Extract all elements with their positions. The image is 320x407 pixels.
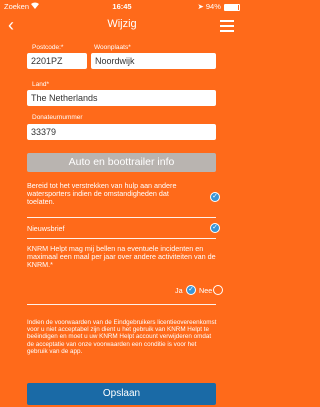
newsletter-label: Nieuwsbrief [27, 224, 65, 233]
save-button[interactable]: Opslaan [27, 383, 216, 405]
postcode-input[interactable]: 2201PZ [27, 53, 87, 69]
help-consent-text: Bereid tot het verstrekken van hulp aan … [27, 181, 177, 207]
location-icon: ➤ [197, 2, 204, 11]
donor-number-label: Donateurnummer [32, 114, 83, 121]
city-input[interactable]: Noordwijk [91, 53, 216, 69]
help-consent-checkbox[interactable]: ✓ [210, 192, 220, 202]
battery-icon [224, 3, 240, 11]
call-permission-text: KNRM Helpt mag mij bellen na eventuele i… [27, 244, 216, 270]
divider [27, 217, 216, 218]
country-input[interactable]: The Netherlands [27, 90, 216, 106]
status-bar: Zoeken 16:45 ➤ 94% [0, 0, 244, 13]
yes-label: Ja [175, 286, 183, 295]
newsletter-checkbox[interactable]: ✓ [210, 223, 220, 233]
yes-radio[interactable]: ✓ [186, 285, 196, 295]
terms-text: Indien de voorwaarden van de Eindgebruik… [27, 319, 217, 355]
page-title: Wijzig [107, 18, 137, 30]
divider [27, 304, 216, 305]
donor-number-input[interactable]: 33379 [27, 124, 216, 140]
divider [27, 238, 216, 239]
battery-percent: 94% [205, 2, 221, 11]
trailer-info-button[interactable]: Auto en boottrailer info [27, 153, 216, 172]
no-radio[interactable] [213, 285, 223, 295]
city-label: Woonplaats* [94, 44, 131, 51]
top-bar: ‹ Wijzig [0, 14, 244, 36]
hamburger-menu-icon[interactable] [220, 20, 234, 35]
postcode-label: Postcode:* [32, 44, 64, 51]
country-label: Land* [32, 81, 49, 88]
no-label: Nee [199, 286, 213, 295]
